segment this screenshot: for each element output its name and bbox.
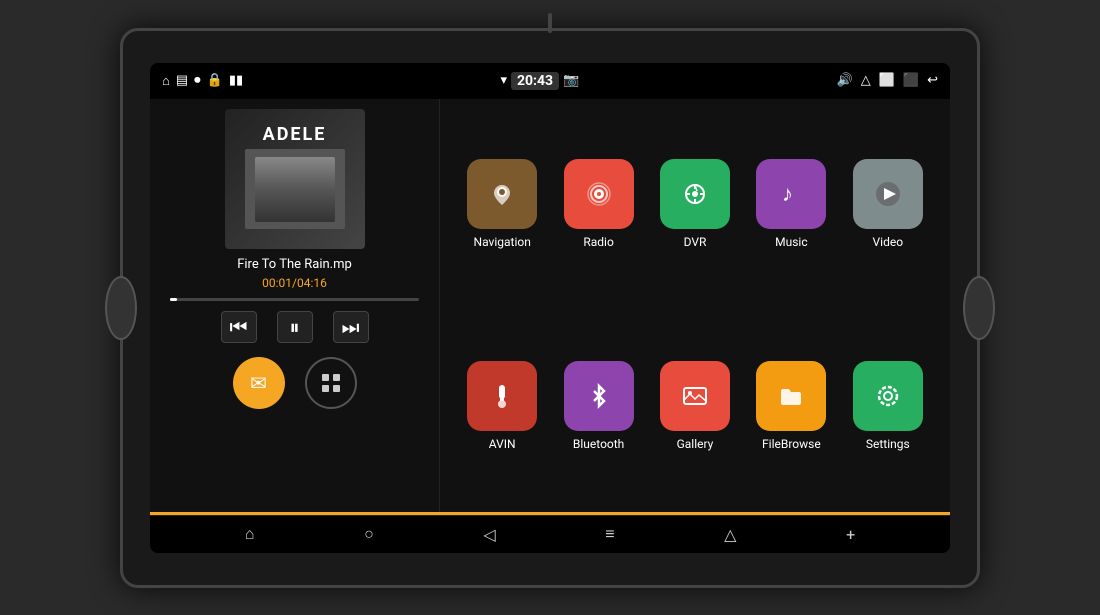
gallery-icon	[660, 361, 730, 431]
app-music[interactable]: ♪ Music	[749, 109, 833, 300]
svg-text:♪: ♪	[782, 182, 793, 207]
music-label: Music	[775, 235, 807, 249]
dvr-label: DVR	[684, 235, 707, 249]
album-art: ADELE	[225, 109, 365, 249]
navigation-icon	[467, 159, 537, 229]
bluetooth-label: Bluetooth	[573, 437, 624, 451]
app-gallery[interactable]: Gallery	[653, 311, 737, 502]
track-name: Fire To The Rain.mp	[170, 257, 419, 272]
progress-fill	[170, 298, 177, 301]
status-center: ▾ 20:43 📷	[500, 72, 579, 90]
navigation-label: Navigation	[474, 235, 531, 249]
app-grid-panel: Navigation Radio	[440, 99, 950, 512]
screen-icon: ⬜	[879, 73, 895, 88]
nav-home-button[interactable]: ⌂	[235, 520, 265, 548]
track-time: 00:01/04:16	[262, 276, 327, 290]
window-icon: ▤	[176, 73, 188, 88]
app-bluetooth[interactable]: Bluetooth	[556, 311, 640, 502]
record-icon: ⏺	[194, 73, 201, 88]
app-filebrowse[interactable]: FileBrowse	[749, 311, 833, 502]
playback-controls: ⏮ ⏸ ⏭	[221, 311, 369, 343]
status-right-icons: 🔊 △ ⬜ ⬛ ↩	[837, 73, 938, 88]
bottom-icons: ✉	[233, 357, 357, 409]
app-dvr[interactable]: DVR	[653, 109, 737, 300]
play-pause-button[interactable]: ⏸	[277, 311, 313, 343]
car-head-unit: ⌂ ▤ ⏺ 🔒 ▮▮ ▾ 20:43 📷 🔊 △ ⬜ ⬛ ↩	[120, 28, 980, 588]
battery-icon: ▮▮	[229, 73, 243, 88]
main-content: ADELE Fire To The Rain.mp 00:01/04:16 ⏮ …	[150, 99, 950, 512]
screen-bezel: ⌂ ▤ ⏺ 🔒 ▮▮ ▾ 20:43 📷 🔊 △ ⬜ ⬛ ↩	[150, 63, 950, 553]
filebrowse-label: FileBrowse	[762, 437, 821, 451]
home-icon[interactable]: ⌂	[162, 73, 170, 89]
app-video[interactable]: Video	[846, 109, 930, 300]
gallery-label: Gallery	[677, 437, 714, 451]
total-time: 04:16	[297, 276, 327, 290]
app-navigation[interactable]: Navigation	[460, 109, 544, 300]
prev-button[interactable]: ⏮	[221, 311, 257, 343]
album-image	[245, 149, 345, 229]
volume-icon[interactable]: 🔊	[837, 73, 853, 88]
progress-bar[interactable]	[170, 298, 419, 301]
radio-icon	[564, 159, 634, 229]
settings-label: Settings	[866, 437, 910, 451]
cast-icon: ⬛	[903, 73, 919, 88]
status-left-icons: ⌂ ▤ ⏺ 🔒 ▮▮	[162, 73, 243, 89]
next-button[interactable]: ⏭	[333, 311, 369, 343]
app-radio[interactable]: Radio	[556, 109, 640, 300]
app-grid: Navigation Radio	[460, 109, 930, 502]
messages-button[interactable]: ✉	[233, 357, 285, 409]
nav-bar: ⌂ ○ ◁ ≡ △ +	[150, 515, 950, 553]
bluetooth-icon	[564, 361, 634, 431]
status-bar: ⌂ ▤ ⏺ 🔒 ▮▮ ▾ 20:43 📷 🔊 △ ⬜ ⬛ ↩	[150, 63, 950, 99]
eject-icon: △	[861, 73, 871, 88]
video-icon	[853, 159, 923, 229]
app-avin[interactable]: AVIN	[460, 311, 544, 502]
filebrowse-icon	[756, 361, 826, 431]
radio-label: Radio	[583, 235, 613, 249]
settings-icon	[853, 361, 923, 431]
apps-button[interactable]	[305, 357, 357, 409]
avin-label: AVIN	[489, 437, 516, 451]
avin-icon	[467, 361, 537, 431]
nav-up-button[interactable]: △	[714, 521, 746, 548]
music-icon: ♪	[756, 159, 826, 229]
app-settings[interactable]: Settings	[846, 311, 930, 502]
antenna	[548, 13, 552, 33]
dvr-icon	[660, 159, 730, 229]
album-art-inner: ADELE	[245, 124, 345, 233]
status-time: 20:43	[511, 72, 559, 90]
nav-circle-button[interactable]: ○	[354, 520, 384, 548]
nav-plus-button[interactable]: +	[836, 521, 865, 548]
lock-icon: 🔒	[207, 73, 223, 88]
camera-icon: 📷	[563, 73, 579, 88]
video-label: Video	[873, 235, 904, 249]
artist-name: ADELE	[245, 124, 345, 145]
wifi-icon: ▾	[500, 73, 507, 88]
nav-menu-button[interactable]: ≡	[595, 520, 624, 548]
music-player-panel: ADELE Fire To The Rain.mp 00:01/04:16 ⏮ …	[150, 99, 440, 512]
current-time: 00:01	[262, 276, 292, 290]
back-icon[interactable]: ↩	[927, 73, 938, 88]
nav-back-button[interactable]: ◁	[473, 521, 505, 548]
